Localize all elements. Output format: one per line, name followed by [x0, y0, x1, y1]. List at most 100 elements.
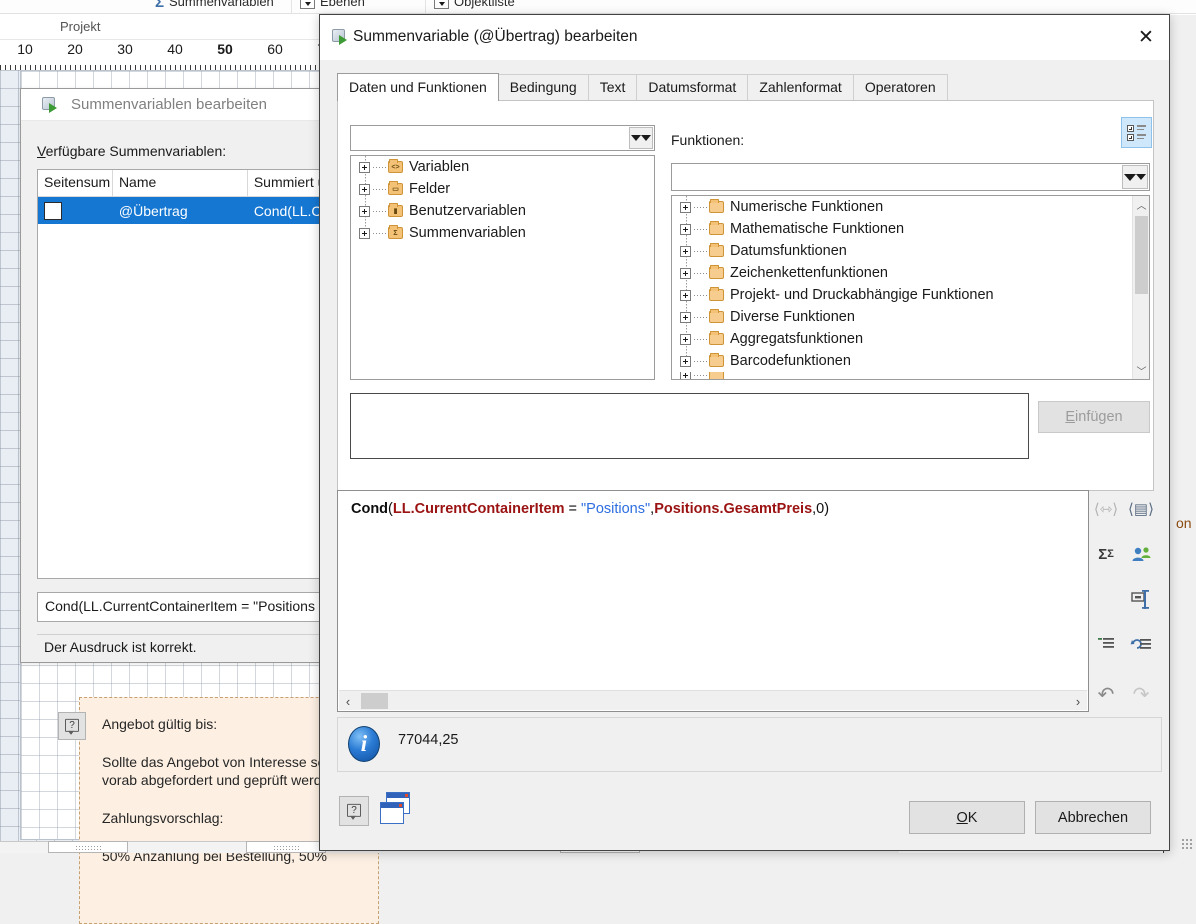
scrollbar-thumb[interactable] [1135, 216, 1148, 294]
scroll-up-icon[interactable]: ︿ [1133, 196, 1149, 213]
scroll-down-icon[interactable]: ﹀ [1133, 362, 1149, 379]
expand-plus-icon[interactable] [359, 183, 370, 195]
sumvar-status-text: Der Ausdruck ist korrekt. [37, 634, 367, 662]
seitensum-checkbox[interactable] [44, 201, 62, 220]
tree-item[interactable]: Mathematische Funktionen [672, 218, 1132, 240]
tree-item[interactable]: Aggregatsfunktionen [672, 328, 1132, 350]
ruler-tick-label: 20 [67, 41, 83, 57]
tab-bedingung[interactable]: Bedingung [497, 74, 589, 101]
variables-tree[interactable]: <> Variablen ▭ Felder ▮ Benutzervariablen Σ Sum… [350, 155, 655, 380]
tree-dots [372, 166, 386, 168]
tree-item[interactable]: Datumsfunktionen [672, 240, 1132, 262]
canvas-text-line: Zahlungsvorschlag: [102, 810, 224, 826]
folder-icon [709, 353, 724, 367]
fit-box-icon[interactable]: ⟨▤⟩ [1126, 495, 1156, 523]
insert-field-icon[interactable] [1126, 585, 1156, 613]
expression-editor[interactable]: Cond(LL.CurrentContainerItem = "Position… [337, 490, 1089, 712]
resize-grip[interactable] [1181, 838, 1193, 850]
expand-plus-icon[interactable] [680, 201, 691, 213]
close-icon[interactable]: ✕ [1123, 15, 1169, 60]
functions-tree-container[interactable]: Numerische Funktionen Mathematische Funkt… [671, 195, 1150, 380]
cancel-button[interactable]: Abbrechen [1035, 801, 1151, 834]
variables-filter-combo[interactable] [350, 125, 655, 151]
sumvar-table[interactable]: Seitensum Name Summiert über @Übertrag C… [37, 169, 367, 579]
tree-item[interactable]: <> Variablen [351, 156, 654, 178]
expression-text[interactable]: Cond(LL.CurrentContainerItem = "Position… [351, 501, 829, 517]
expand-plus-icon[interactable] [359, 227, 370, 239]
tab-zahlenformat[interactable]: Zahlenformat [747, 74, 854, 101]
expand-plus-icon[interactable] [680, 289, 691, 301]
formula-editor-dialog[interactable]: Summenvariable (@Übertrag) bearbeiten ✕ … [319, 14, 1170, 851]
expand-plus-icon[interactable] [680, 223, 691, 235]
expand-plus-icon[interactable] [680, 267, 691, 279]
scrollbar-thumb[interactable] [361, 693, 388, 709]
functions-scrollbar[interactable]: ︿ ﹀ [1132, 196, 1149, 379]
tree-item[interactable]: Zeichenkettenfunktionen [672, 262, 1132, 284]
expand-plus-icon[interactable] [680, 245, 691, 257]
help-button[interactable]: ? [339, 796, 369, 826]
uservars-folder-icon: ▮ [388, 203, 403, 217]
expand-plus-icon[interactable] [680, 333, 691, 345]
expression-token: "Positions" [581, 501, 651, 517]
tree-item-label: Aggregatsfunktionen [730, 331, 864, 347]
tree-item[interactable]: ▭ Felder [351, 178, 654, 200]
tab-text[interactable]: Text [587, 74, 638, 101]
tree-item-label: Datumsfunktionen [730, 243, 847, 259]
tree-item[interactable]: Numerische Funktionen [672, 196, 1132, 218]
ok-button[interactable]: OK [909, 801, 1025, 834]
column-header-seitensum: Seitensum [38, 170, 113, 196]
sumvar-help-button[interactable]: ? [58, 712, 86, 740]
toolbar-item-objektliste[interactable]: Objektliste [434, 0, 515, 10]
insert-button[interactable]: Einfügen [1038, 401, 1150, 433]
tab-operatoren[interactable]: Operatoren [852, 74, 948, 101]
cascade-windows-icon[interactable] [380, 792, 414, 828]
tree-item[interactable]: Σ Summenvariablen [351, 222, 654, 244]
tree-item[interactable]: Diverse Funktionen [672, 306, 1132, 328]
expand-plus-icon[interactable] [359, 161, 370, 173]
expand-plus-icon[interactable] [680, 372, 691, 379]
tree-dots [372, 210, 386, 212]
expression-token: LL.CurrentContainerItem [392, 501, 565, 517]
right-panel-text: on [1176, 515, 1192, 531]
users-icon[interactable] [1126, 540, 1156, 568]
folder-icon [709, 331, 724, 345]
undo-icon[interactable]: ↶ [1091, 680, 1121, 708]
expand-plus-icon[interactable] [680, 311, 691, 323]
summenvariablen-dialog[interactable]: Summenvariablen bearbeiten Verfügbare Su… [20, 88, 367, 740]
chevron-down-icon[interactable] [1122, 165, 1148, 189]
function-preview-box[interactable] [350, 393, 1029, 459]
indent-icon[interactable] [1091, 630, 1121, 658]
tree-item-label: Benutzervariablen [409, 203, 526, 219]
tree-item-label: Numerische Funktionen [730, 199, 884, 215]
tree-item-partial[interactable] [672, 372, 1132, 379]
tab-bar[interactable]: Daten und Funktionen Bedingung Text Datumsf… [337, 73, 1154, 101]
table-row[interactable]: @Übertrag Cond(LL.Current [38, 197, 366, 224]
tree-item[interactable]: Projekt- und Druckabhängige Funktionen [672, 284, 1132, 306]
tree-item[interactable]: ▮ Benutzervariablen [351, 200, 654, 222]
chevron-down-icon[interactable] [629, 127, 653, 149]
toolbar-item-summenvariablen[interactable]: Σ Summenvariablen [155, 0, 274, 11]
functions-filter-combo[interactable] [671, 163, 1150, 191]
expression-toolbar[interactable]: ⟨⇿⟩ ⟨▤⟩ ΣΣ ↶ ↷ [1091, 490, 1161, 712]
functions-label: Funktionen: [671, 132, 745, 148]
functions-tree[interactable]: Numerische Funktionen Mathematische Funkt… [672, 196, 1132, 379]
tab-daten-und-funktionen[interactable]: Daten und Funktionen [337, 73, 499, 101]
expand-tree-icon[interactable] [1121, 117, 1152, 148]
tab-datumsformat[interactable]: Datumsformat [636, 74, 749, 101]
toolbar-item-ebenen[interactable]: Ebenen [300, 0, 365, 10]
tree-item[interactable]: Barcodefunktionen [672, 350, 1132, 372]
scroll-right-icon[interactable]: › [1069, 691, 1087, 711]
row-name: @Übertrag [118, 202, 188, 219]
folder-icon [709, 265, 724, 279]
sumvar-expression-field[interactable]: Cond(LL.CurrentContainerItem = "Position… [37, 592, 367, 622]
sum-sigma-icon[interactable]: ΣΣ [1091, 540, 1121, 568]
expand-plus-icon[interactable] [359, 205, 370, 217]
sumvars-folder-icon: Σ [388, 225, 403, 239]
scroll-left-icon[interactable]: ‹ [339, 691, 357, 711]
expand-plus-icon[interactable] [680, 355, 691, 367]
object-handle[interactable] [48, 841, 128, 853]
expression-hscrollbar[interactable]: ‹ › [339, 690, 1087, 710]
reformat-icon[interactable] [1126, 630, 1156, 658]
object-handle[interactable] [246, 841, 326, 853]
tab-label: Datumsformat [648, 79, 737, 95]
